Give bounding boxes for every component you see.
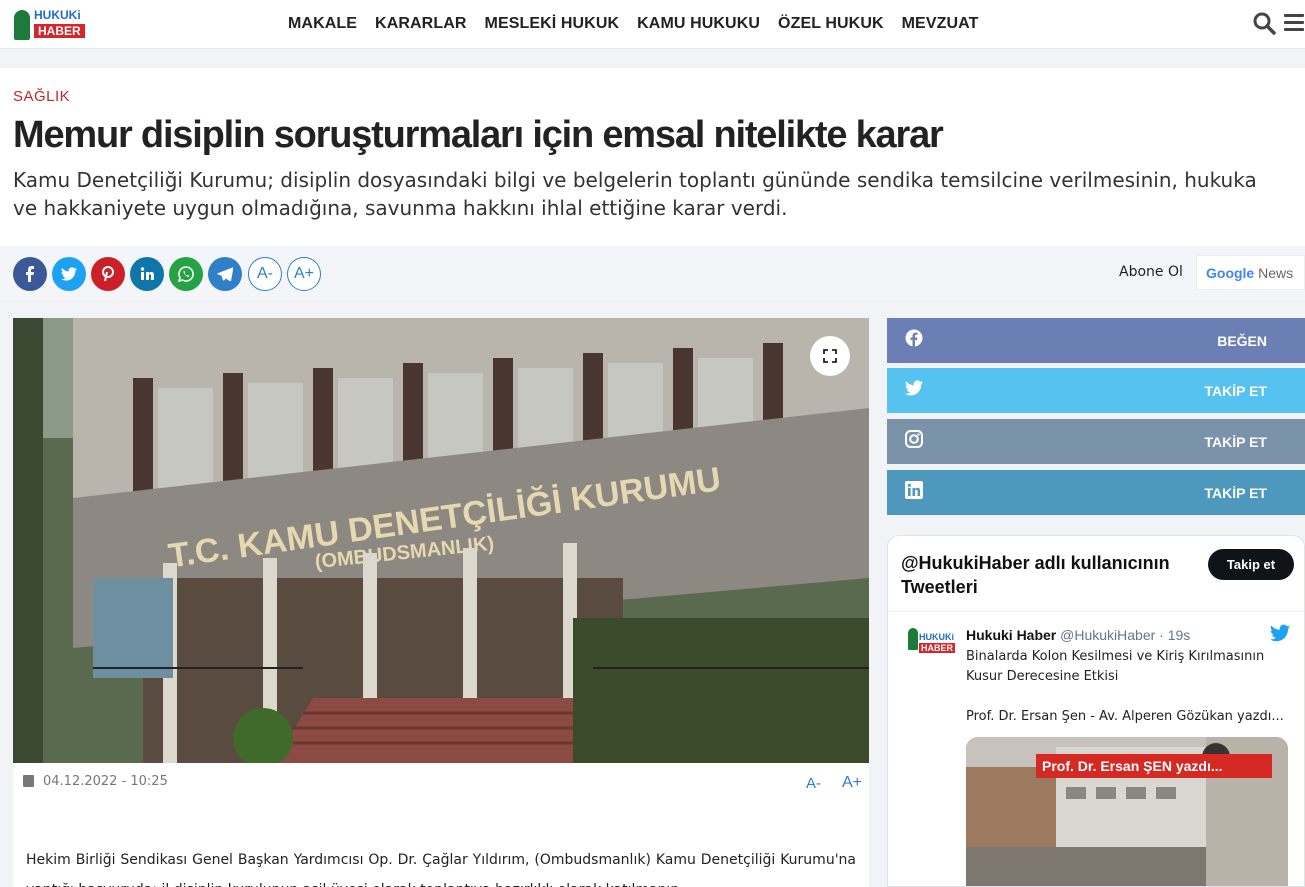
tweet-author[interactable]: Hukuki Haber @HukukiHaber · 19s bbox=[966, 626, 1190, 644]
linkedin-follow-button[interactable]: TAKİP ET bbox=[887, 470, 1305, 515]
linkedin-icon bbox=[905, 481, 923, 499]
article-title: Memur disiplin soruşturmaları için emsal… bbox=[13, 114, 944, 156]
share-bar: A- A+ Abone Ol Google News bbox=[0, 246, 1305, 300]
tweet-author-name: Hukuki Haber bbox=[966, 627, 1057, 643]
linkedin-follow-label: TAKİP ET bbox=[1204, 485, 1268, 501]
twitter-icon bbox=[905, 380, 923, 396]
nav-item-mesleki-hukuk[interactable]: MESLEKİ HUKUK bbox=[485, 14, 620, 34]
twitter-follow-button[interactable]: TAKİP ET bbox=[887, 368, 1305, 413]
telegram-share-icon[interactable] bbox=[208, 257, 242, 291]
article-header: SAĞLIK Memur disiplin soruşturmaları içi… bbox=[0, 68, 1305, 246]
article-body: 04.12.2022 - 10:25 A- A+ Hekim Birliği S… bbox=[13, 763, 869, 887]
tweet-author-handle: @HukukiHaber · 19s bbox=[1060, 627, 1191, 643]
tweet-image-banner: Prof. Dr. Ersan ŞEN yazdı... bbox=[1036, 754, 1272, 778]
building-photo: T.C. KAMU DENETÇİLİĞİ KURUMU (OMBUDSMANL… bbox=[13, 318, 869, 763]
calendar-icon bbox=[23, 775, 34, 787]
subscribe-label: Abone Ol bbox=[1119, 264, 1183, 280]
facebook-icon bbox=[905, 329, 923, 347]
font-increase-button[interactable]: A+ bbox=[287, 257, 321, 291]
nav-item-ozel-hukuk[interactable]: ÖZEL HUKUK bbox=[778, 14, 884, 34]
divider bbox=[888, 611, 1304, 612]
facebook-share-icon[interactable] bbox=[13, 257, 47, 291]
site-logo[interactable]: HUKUKi HABER bbox=[14, 8, 94, 42]
font-decrease-button-body[interactable]: A- bbox=[806, 775, 821, 792]
fullscreen-expand-button[interactable] bbox=[810, 336, 850, 376]
twitter-timeline-widget: @HukukiHaber adlı kullanıcının Tweetleri… bbox=[887, 535, 1305, 887]
facebook-like-label: BEĞEN bbox=[1217, 333, 1267, 349]
tweet-image[interactable]: Prof. Dr. Ersan ŞEN yazdı... bbox=[966, 737, 1288, 886]
avatar-logo-line1: HUKUKi bbox=[919, 632, 954, 642]
font-increase-button-body[interactable]: A+ bbox=[842, 774, 862, 792]
nav-item-kamu-hukuku[interactable]: KAMU HUKUKU bbox=[637, 14, 760, 34]
twitter-timeline-title[interactable]: @HukukiHaber adlı kullanıcının Tweetleri bbox=[901, 551, 1201, 599]
twitter-share-icon[interactable] bbox=[52, 257, 86, 291]
font-decrease-button[interactable]: A- bbox=[248, 257, 282, 291]
pinterest-share-icon[interactable] bbox=[91, 257, 125, 291]
article-category[interactable]: SAĞLIK bbox=[13, 88, 70, 106]
main-nav: MAKALE KARARLAR MESLEKİ HUKUK KAMU HUKUK… bbox=[288, 0, 978, 48]
publish-date: 04.12.2022 - 10:25 bbox=[43, 774, 168, 789]
twitter-follow-label: TAKİP ET bbox=[1204, 383, 1268, 399]
twitter-follow-pill-button[interactable]: Takip et bbox=[1208, 549, 1294, 580]
logo-line2: HABER bbox=[34, 24, 85, 38]
twitter-bird-icon[interactable] bbox=[1270, 624, 1290, 642]
site-header: HUKUKi HABER MAKALE KARARLAR MESLEKİ HUK… bbox=[0, 0, 1305, 49]
hamburger-menu-icon[interactable] bbox=[1284, 14, 1304, 32]
nav-item-kararlar[interactable]: KARARLAR bbox=[375, 14, 466, 34]
avatar-logo-line2: HABER bbox=[919, 643, 956, 653]
expand-icon bbox=[823, 349, 837, 363]
article-image: T.C. KAMU DENETÇİLİĞİ KURUMU (OMBUDSMANL… bbox=[13, 318, 869, 763]
logo-line1: HUKUKi bbox=[34, 8, 81, 22]
news-word: News bbox=[1258, 265, 1294, 281]
logo-figure-icon bbox=[14, 10, 30, 40]
whatsapp-share-icon[interactable] bbox=[169, 257, 203, 291]
instagram-follow-label: TAKİP ET bbox=[1204, 434, 1268, 450]
linkedin-share-icon[interactable] bbox=[130, 257, 164, 291]
facebook-like-button[interactable]: BEĞEN bbox=[887, 318, 1305, 363]
article-paragraph: Hekim Birliği Sendikası Genel Başkan Yar… bbox=[26, 852, 856, 887]
instagram-follow-button[interactable]: TAKİP ET bbox=[887, 419, 1305, 464]
google-news-button[interactable]: Google News bbox=[1196, 255, 1305, 290]
tweet-text-author: Prof. Dr. Ersan Şen - Av. Alperen Gözüka… bbox=[966, 709, 1284, 724]
nav-item-makale[interactable]: MAKALE bbox=[288, 14, 357, 34]
google-word: Google bbox=[1206, 265, 1255, 281]
article-summary: Kamu Denetçiliği Kurumu; disiplin dosyas… bbox=[13, 168, 1257, 220]
search-icon[interactable] bbox=[1252, 11, 1276, 35]
instagram-icon bbox=[905, 430, 923, 448]
nav-item-mevzuat[interactable]: MEVZUAT bbox=[902, 14, 979, 34]
tweet-avatar[interactable]: HUKUKi HABER bbox=[906, 624, 956, 668]
tweet-text: Binalarda Kolon Kesilmesi ve Kiriş Kırıl… bbox=[966, 649, 1265, 684]
